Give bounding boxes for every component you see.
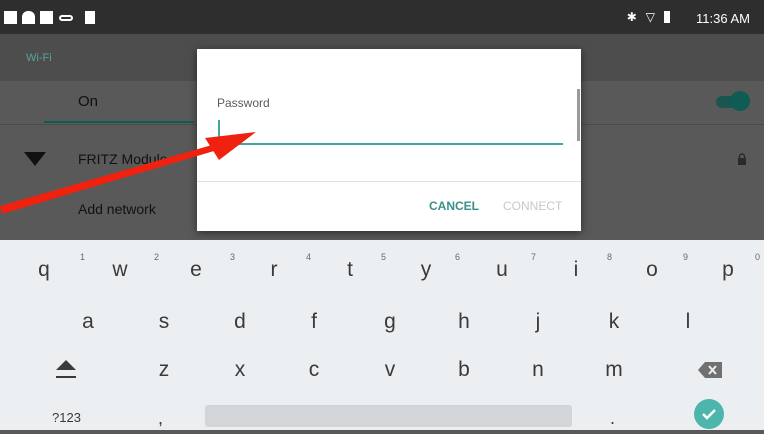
key-f[interactable]: f <box>294 310 334 334</box>
key-hint: 4 <box>306 252 312 262</box>
switch-row-indicator <box>44 121 194 123</box>
battery-icon <box>664 11 670 23</box>
add-network-label: Add network <box>78 201 156 217</box>
notification-icon <box>40 11 53 24</box>
key-hint: 2 <box>154 252 160 262</box>
key-p[interactable]: p <box>708 258 748 282</box>
key-hint: 7 <box>531 252 537 262</box>
key-h[interactable]: h <box>444 310 484 334</box>
key-c[interactable]: c <box>294 358 334 382</box>
voicemail-icon <box>59 15 73 21</box>
key-o[interactable]: o <box>632 258 672 282</box>
key-hint: 0 <box>755 252 761 262</box>
divider <box>197 181 581 182</box>
checkmark-icon <box>702 409 716 420</box>
key-v[interactable]: v <box>370 358 410 382</box>
key-e[interactable]: e <box>176 258 216 282</box>
enter-key[interactable] <box>694 399 724 429</box>
clock: 11:36 AM <box>696 11 750 26</box>
key-g[interactable]: g <box>370 310 410 334</box>
notification-icon <box>22 11 35 24</box>
symbols-key[interactable]: ?123 <box>52 410 81 425</box>
key-z[interactable]: z <box>144 358 184 382</box>
period-key[interactable]: . <box>610 408 615 429</box>
password-input[interactable] <box>217 119 563 145</box>
key-s[interactable]: s <box>144 310 184 334</box>
status-bar: ✱ ▽ 11:36 AM <box>0 0 764 34</box>
key-hint: 8 <box>607 252 613 262</box>
space-bar[interactable] <box>205 405 572 427</box>
lock-icon <box>738 153 746 165</box>
key-b[interactable]: b <box>444 358 484 382</box>
key-k[interactable]: k <box>594 310 634 334</box>
key-a[interactable]: a <box>68 310 108 334</box>
key-hint: 6 <box>455 252 461 262</box>
soft-keyboard: q 1 w 2 e 3 r 4 t 5 y 6 u 7 i 8 o 9 p 0 … <box>0 240 764 430</box>
network-name: FRITZ Module <box>78 151 168 167</box>
key-y[interactable]: y <box>406 258 446 282</box>
key-x[interactable]: x <box>220 358 260 382</box>
scrollbar[interactable] <box>577 89 580 141</box>
backspace-key[interactable] <box>698 362 722 378</box>
key-u[interactable]: u <box>482 258 522 282</box>
sd-card-icon <box>85 11 95 24</box>
connect-button[interactable]: CONNECT <box>503 199 562 213</box>
switch-label: On <box>78 93 99 110</box>
key-q[interactable]: q <box>24 258 64 282</box>
key-w[interactable]: w <box>100 258 140 282</box>
key-hint: 5 <box>381 252 387 262</box>
comma-key[interactable]: , <box>158 408 163 429</box>
key-d[interactable]: d <box>220 310 260 334</box>
key-hint: 1 <box>80 252 86 262</box>
wifi-signal-icon <box>24 152 46 166</box>
key-i[interactable]: i <box>556 258 596 282</box>
page-title: Wi-Fi <box>26 52 52 64</box>
wifi-signal-icon: ▽ <box>645 10 655 24</box>
key-hint: 9 <box>683 252 689 262</box>
password-label: Password <box>217 96 270 110</box>
key-m[interactable]: m <box>594 358 634 382</box>
shift-key[interactable] <box>54 358 78 380</box>
key-l[interactable]: l <box>668 310 708 334</box>
key-r[interactable]: r <box>254 258 294 282</box>
key-t[interactable]: t <box>330 258 370 282</box>
key-j[interactable]: j <box>518 310 558 334</box>
notification-icon <box>4 11 17 24</box>
key-n[interactable]: n <box>518 358 558 382</box>
key-hint: 3 <box>230 252 236 262</box>
cancel-button[interactable]: CANCEL <box>429 199 479 213</box>
wifi-password-dialog: Password CANCEL CONNECT <box>197 49 581 231</box>
text-cursor <box>218 120 220 138</box>
wifi-toggle-knob[interactable] <box>730 91 750 111</box>
bluetooth-icon: ✱ <box>626 10 637 24</box>
